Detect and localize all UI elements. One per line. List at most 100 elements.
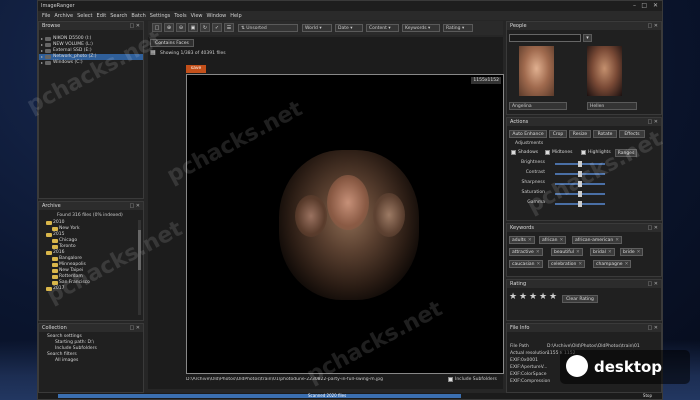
expand-caret-icon[interactable]: ▸ [41,60,43,66]
panel-controls-icon[interactable]: □ ✕ [129,202,140,210]
panel-controls-icon[interactable]: □ ✕ [129,324,140,332]
panel-controls-icon[interactable]: □ ✕ [647,118,658,126]
clear-rating-label: Clear Rating [566,297,594,302]
panel-controls-icon[interactable]: □ ✕ [647,224,658,232]
archive-found-count: Found 316 files (0% indexed) [57,213,123,218]
stop-button[interactable]: Stop [643,393,652,398]
person-thumb-hellen[interactable] [587,46,622,96]
zoom-in-icon[interactable]: ⊕ [164,23,174,32]
keyword-tag[interactable]: attractive ✕ [509,248,543,256]
sort-select[interactable]: ⇅ Unsorted [238,24,298,32]
highlights-checkbox[interactable] [581,150,586,155]
zoom-out-icon[interactable]: ⊖ [176,23,186,32]
midtones-checkbox[interactable] [545,150,550,155]
browse-panel-title: Browse [42,23,61,29]
remove-tag-icon[interactable]: ✕ [537,262,541,267]
keywords-panel-title: Keywords [510,225,534,231]
shadows-label: Shadows [518,150,539,155]
crop-button[interactable]: Crop [549,130,567,138]
collection-item-label: All images [55,358,79,363]
filter-date[interactable]: Date ▾ [335,24,363,32]
menu-item-settings[interactable]: Settings [150,13,171,19]
shadows-checkbox[interactable] [511,150,516,155]
file-info-key: EXIF:ColorSpace [510,372,547,377]
rotate-button[interactable]: Rotate [593,130,617,138]
menu-item-batch[interactable]: Batch [131,13,145,19]
keyword-tag-label: adults [512,238,526,243]
people-dropdown-icon[interactable]: ▾ [583,34,592,42]
menu-item-view[interactable]: View [191,13,203,19]
menu-item-search[interactable]: Search [110,13,127,19]
star-icon[interactable]: ★ [539,292,547,302]
panel-controls-icon[interactable]: □ ✕ [129,22,140,30]
keyword-tag[interactable]: bride ✕ [620,248,644,256]
remove-tag-icon[interactable]: ✕ [615,238,619,243]
window-title: ImageRanger [41,3,75,9]
title-bar: ImageRanger – □ ✕ [38,1,662,11]
person-name-select-angelina[interactable]: Angelina [509,102,567,110]
remove-tag-icon[interactable]: ✕ [625,262,629,267]
people-search-input[interactable] [509,34,581,42]
star-icon[interactable]: ★ [519,292,527,302]
filter-keywords[interactable]: Keywords ▾ [402,24,440,32]
fit-icon[interactable]: ▣ [188,23,198,32]
maximize-icon[interactable]: □ [641,2,647,9]
save-button[interactable]: save [186,65,206,73]
person-name-select-hellen[interactable]: Hellen [587,102,637,110]
remove-tag-icon[interactable]: ✕ [528,238,532,243]
star-icon[interactable]: ★ [529,292,537,302]
menu-item-select[interactable]: Select [77,13,92,19]
filter-world[interactable]: World ▾ [302,24,332,32]
keyword-tag[interactable]: african-american ✕ [572,236,623,244]
star-icon[interactable]: ★ [549,292,557,302]
include-subfolders-checkbox[interactable] [448,377,453,382]
close-icon[interactable]: ✕ [653,2,658,9]
keyword-tag[interactable]: bridal ✕ [590,248,615,256]
star-icon[interactable]: ★ [509,292,517,302]
remove-tag-icon[interactable]: ✕ [536,250,540,255]
menu-item-window[interactable]: Window [207,13,227,19]
keyword-tag[interactable]: beautiful ✕ [551,248,583,256]
keyword-tag[interactable]: african ✕ [539,236,567,244]
keyword-tag-label: celebration [551,262,577,267]
panel-controls-icon[interactable]: □ ✕ [647,280,658,288]
include-subfolders-label: Include Subfolders [455,377,497,382]
menu-item-help[interactable]: Help [230,13,241,19]
remove-tag-icon[interactable]: ✕ [576,250,580,255]
filter-rating[interactable]: Rating ▾ [443,24,473,32]
person-thumb-angelina[interactable] [519,46,554,96]
refresh-icon[interactable]: ↻ [200,23,210,32]
panel-controls-icon[interactable]: □ ✕ [647,324,658,332]
remove-tag-icon[interactable]: ✕ [578,262,582,267]
remove-tag-icon[interactable]: ✕ [637,250,641,255]
keyword-tag-label: african [542,238,558,243]
remove-tag-icon[interactable]: ✕ [608,250,612,255]
folder-icon [52,257,58,261]
remove-tag-icon[interactable]: ✕ [560,238,564,243]
keyword-tag[interactable]: celebration ✕ [548,260,586,268]
minimize-icon[interactable]: – [633,2,636,9]
keyword-tag-label: bridal [593,250,606,255]
resize-button[interactable]: Resize [569,130,591,138]
clear-rating-button[interactable]: Clear Rating [562,295,598,303]
filter-keywords-label: Keywords [405,26,427,31]
auto-enhance-button[interactable]: Auto Enhance [509,130,547,138]
check-icon[interactable]: ✓ [212,23,222,32]
crop-label: Crop [552,132,564,137]
slider-thumb[interactable] [578,201,582,207]
panel-controls-icon[interactable]: □ ✕ [647,22,658,30]
filter-icon[interactable]: ☰ [224,23,234,32]
archive-item-label: Chicago [59,238,78,243]
menu-item-tools[interactable]: Tools [174,13,186,19]
menu-item-file[interactable]: File [42,13,50,19]
menu-item-edit[interactable]: Edit [97,13,107,19]
collection-tree-item[interactable]: All images [39,358,143,364]
keyword-tag[interactable]: champagne ✕ [593,260,632,268]
folder-icon [52,263,58,267]
menu-item-archive[interactable]: Archive [54,13,73,19]
keyword-tag[interactable]: adults ✕ [509,236,535,244]
drive-icon [45,55,51,59]
keyword-tag[interactable]: caucasian ✕ [509,260,544,268]
rotate-label: Rotate [597,132,613,137]
filter-content[interactable]: Content ▾ [366,24,399,32]
